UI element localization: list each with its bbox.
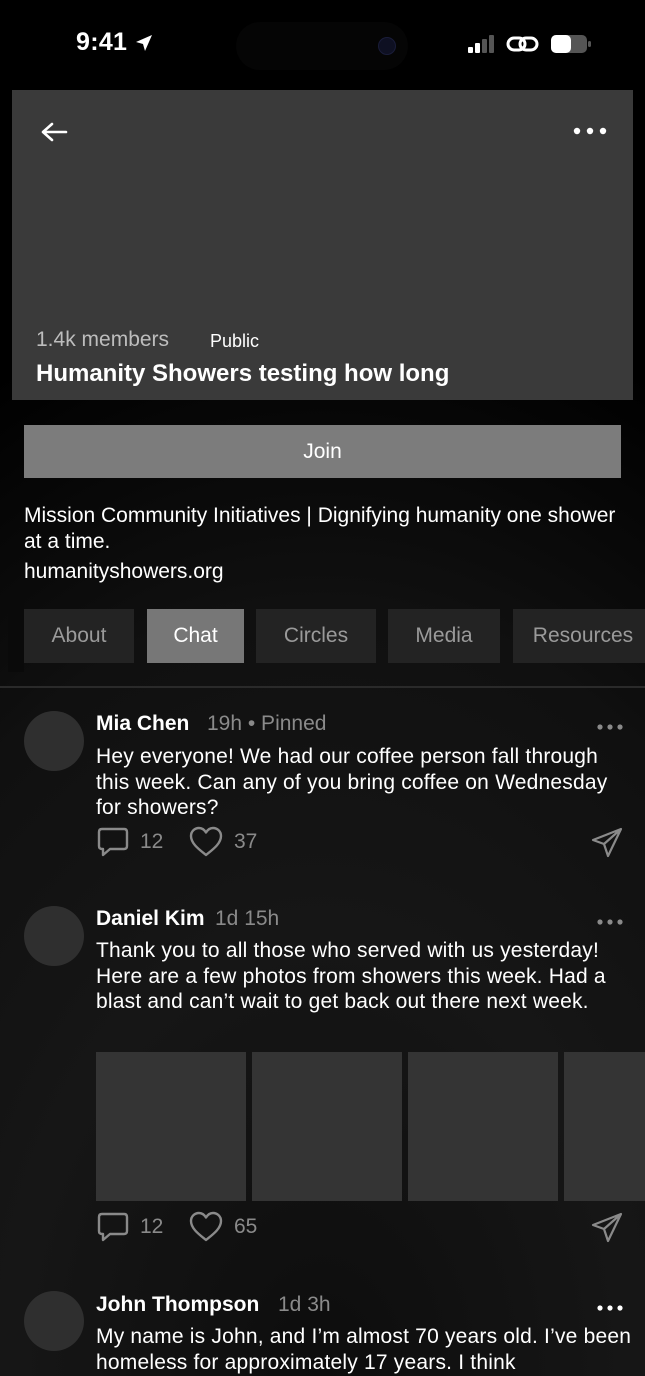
member-count: 1.4k members (36, 328, 170, 351)
visibility-label: Public (210, 331, 260, 351)
link-icon (506, 36, 539, 52)
post-photo[interactable] (564, 1052, 645, 1201)
like-button[interactable]: 65 (188, 1211, 257, 1243)
post-photo[interactable] (252, 1052, 402, 1201)
group-header-card: 1.4k members Public Humanity Showers tes… (12, 90, 633, 400)
like-count: 65 (234, 1215, 258, 1238)
post-text: My name is John, and I’m almost 70 years… (96, 1325, 632, 1374)
comment-count: 12 (140, 830, 164, 853)
tab-media[interactable]: Media (388, 609, 500, 663)
comment-icon (97, 1212, 129, 1242)
more-icon[interactable] (596, 1303, 624, 1313)
tab-bar: About Chat Circles Media Resources (24, 609, 645, 663)
tab-chat[interactable]: Chat (147, 609, 244, 663)
location-arrow-icon (136, 35, 152, 51)
more-icon[interactable] (572, 124, 608, 138)
post-text: Thank you to all those who served with u… (96, 939, 606, 1013)
signal-icon (468, 35, 494, 53)
back-arrow-icon[interactable] (40, 120, 68, 144)
post-author[interactable]: Daniel Kim (96, 907, 205, 931)
post-text: Hey everyone! We had our coffee person f… (96, 745, 608, 819)
avatar[interactable] (24, 711, 84, 771)
like-count: 37 (234, 830, 258, 853)
group-title: Humanity Showers testing how long (36, 360, 450, 387)
heart-icon (189, 826, 223, 857)
avatar[interactable] (24, 906, 84, 966)
tab-circles[interactable]: Circles (256, 609, 376, 663)
divider (0, 686, 645, 688)
app-screen: 9:41 1.4k members Public Humanity Shower… (0, 0, 645, 1376)
tabs-scroll-edge (8, 600, 24, 672)
avatar[interactable] (24, 1291, 84, 1351)
join-button[interactable]: Join (24, 425, 621, 478)
send-icon[interactable] (590, 826, 624, 860)
post-author[interactable]: John Thompson (96, 1293, 259, 1317)
heart-icon (189, 1211, 223, 1242)
comment-icon (97, 827, 129, 857)
comment-count: 12 (140, 1215, 164, 1238)
camera-dot (378, 37, 396, 55)
post-author[interactable]: Mia Chen (96, 712, 189, 736)
post-meta: 19h • Pinned (207, 712, 327, 735)
more-icon[interactable] (596, 722, 624, 732)
post-photo[interactable] (408, 1052, 558, 1201)
like-button[interactable]: 37 (188, 826, 257, 858)
group-description: Mission Community Initiatives | Dignifyi… (24, 504, 616, 553)
comment-button[interactable]: 12 (96, 1211, 163, 1243)
battery-icon (551, 35, 591, 53)
post-meta: 1d 15h (215, 907, 280, 930)
send-icon[interactable] (590, 1211, 624, 1245)
more-icon[interactable] (596, 917, 624, 927)
tab-about[interactable]: About (24, 609, 134, 663)
comment-button[interactable]: 12 (96, 826, 163, 858)
website-link[interactable]: humanityshowers.org (24, 560, 224, 584)
post-meta: 1d 3h (278, 1293, 331, 1316)
post-photo[interactable] (96, 1052, 246, 1201)
tab-resources[interactable]: Resources (513, 609, 645, 663)
status-time: 9:41 (76, 28, 128, 56)
